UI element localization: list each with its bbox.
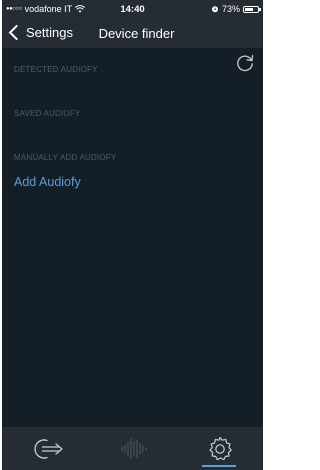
refresh-button[interactable]: [234, 52, 256, 74]
status-right: 73%: [211, 4, 261, 14]
tab-settings[interactable]: [176, 427, 263, 470]
tab-bar: [2, 427, 263, 470]
section-manual-header: MANUALLY ADD AUDIOFY: [14, 153, 117, 162]
status-bar: ●●○○○ vodafone IT 14:40 73%: [2, 0, 263, 20]
login-arrow-icon: [33, 438, 63, 459]
alarm-icon: [211, 6, 218, 13]
navigation-bar: Settings Device finder: [2, 20, 263, 48]
refresh-icon: [237, 54, 254, 72]
page-title: Device finder: [98, 26, 175, 41]
battery-percent: 73%: [221, 4, 240, 14]
selected-tab-indicator: [202, 465, 236, 467]
device-finder-screen: ●●○○○ vodafone IT 14:40 73% Settings Dev…: [2, 0, 263, 470]
section-saved-header: SAVED AUDIOFY: [14, 109, 81, 118]
add-audiofy-link[interactable]: Add Audiofy: [14, 175, 81, 189]
battery-level: [245, 7, 254, 11]
section-detected-header: DETECTED AUDIOFY: [14, 65, 98, 74]
settings-gear-icon: [208, 436, 232, 460]
battery-icon: [243, 5, 261, 13]
waveform-icon: [121, 438, 146, 459]
tab-login[interactable]: [6, 427, 93, 470]
tab-audio[interactable]: [90, 427, 177, 470]
